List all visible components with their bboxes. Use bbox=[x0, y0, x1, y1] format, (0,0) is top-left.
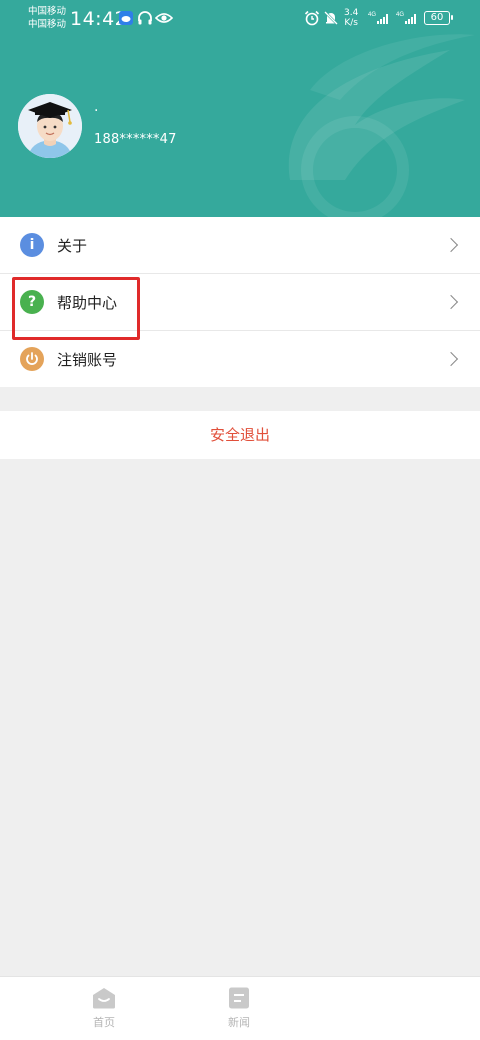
eye-icon bbox=[155, 13, 173, 23]
username: · bbox=[94, 103, 99, 119]
tab-news[interactable]: 新闻 bbox=[209, 987, 269, 1030]
menu-item-cancel-account[interactable]: 注销账号 bbox=[0, 331, 480, 387]
carrier-1: 中国移动 bbox=[28, 6, 67, 17]
home-icon bbox=[93, 988, 115, 1009]
status-bar: 中国移动 中国移动 14:42 3.4 K/s 4G 4G 60 bbox=[0, 0, 480, 36]
menu-item-label: 注销账号 bbox=[57, 350, 118, 369]
brand-watermark-icon bbox=[288, 34, 475, 217]
graduate-avatar-icon bbox=[18, 94, 82, 158]
tab-home[interactable]: 首页 bbox=[74, 987, 134, 1030]
app-notification-icon bbox=[119, 11, 133, 25]
network-speed: 3.4 K/s bbox=[344, 8, 358, 28]
menu-item-label: 关于 bbox=[57, 236, 88, 255]
signal-4g-icon: 4G bbox=[368, 12, 388, 24]
logout-button[interactable]: 安全退出 bbox=[0, 411, 480, 459]
settings-menu: i 关于 ? 帮助中心 注销账号 bbox=[0, 217, 480, 387]
tab-label: 首页 bbox=[93, 1016, 115, 1029]
help-icon: ? bbox=[20, 290, 44, 314]
menu-item-label: 帮助中心 bbox=[57, 293, 118, 312]
mute-icon bbox=[324, 11, 338, 25]
news-icon bbox=[229, 987, 249, 1009]
menu-item-help-center[interactable]: ? 帮助中心 bbox=[0, 274, 480, 331]
avatar[interactable] bbox=[18, 94, 82, 158]
network-speed-unit: K/s bbox=[344, 18, 358, 28]
chevron-right-icon bbox=[443, 351, 459, 367]
network-speed-value: 3.4 bbox=[344, 8, 359, 18]
svg-text:4G: 4G bbox=[368, 12, 376, 18]
power-icon bbox=[20, 347, 44, 371]
signal-4g-icon: 4G bbox=[396, 12, 416, 24]
headset-icon bbox=[138, 11, 152, 25]
menu-item-about[interactable]: i 关于 bbox=[0, 217, 480, 274]
phone-number: 188******47 bbox=[94, 132, 177, 147]
battery-indicator: 60 bbox=[424, 11, 453, 25]
alarm-icon bbox=[304, 10, 320, 26]
chevron-right-icon bbox=[443, 237, 459, 253]
profile-header: 中国移动 中国移动 14:42 3.4 K/s 4G 4G 60 · 188**… bbox=[0, 0, 480, 217]
carrier-info: 中国移动 中国移动 bbox=[28, 5, 66, 31]
info-icon: i bbox=[20, 233, 44, 257]
svg-text:4G: 4G bbox=[396, 12, 404, 18]
tab-label: 新闻 bbox=[228, 1016, 250, 1029]
chevron-right-icon bbox=[443, 294, 459, 310]
carrier-2: 中国移动 bbox=[28, 19, 67, 30]
bottom-navigation: 首页 新闻 bbox=[0, 976, 480, 1040]
